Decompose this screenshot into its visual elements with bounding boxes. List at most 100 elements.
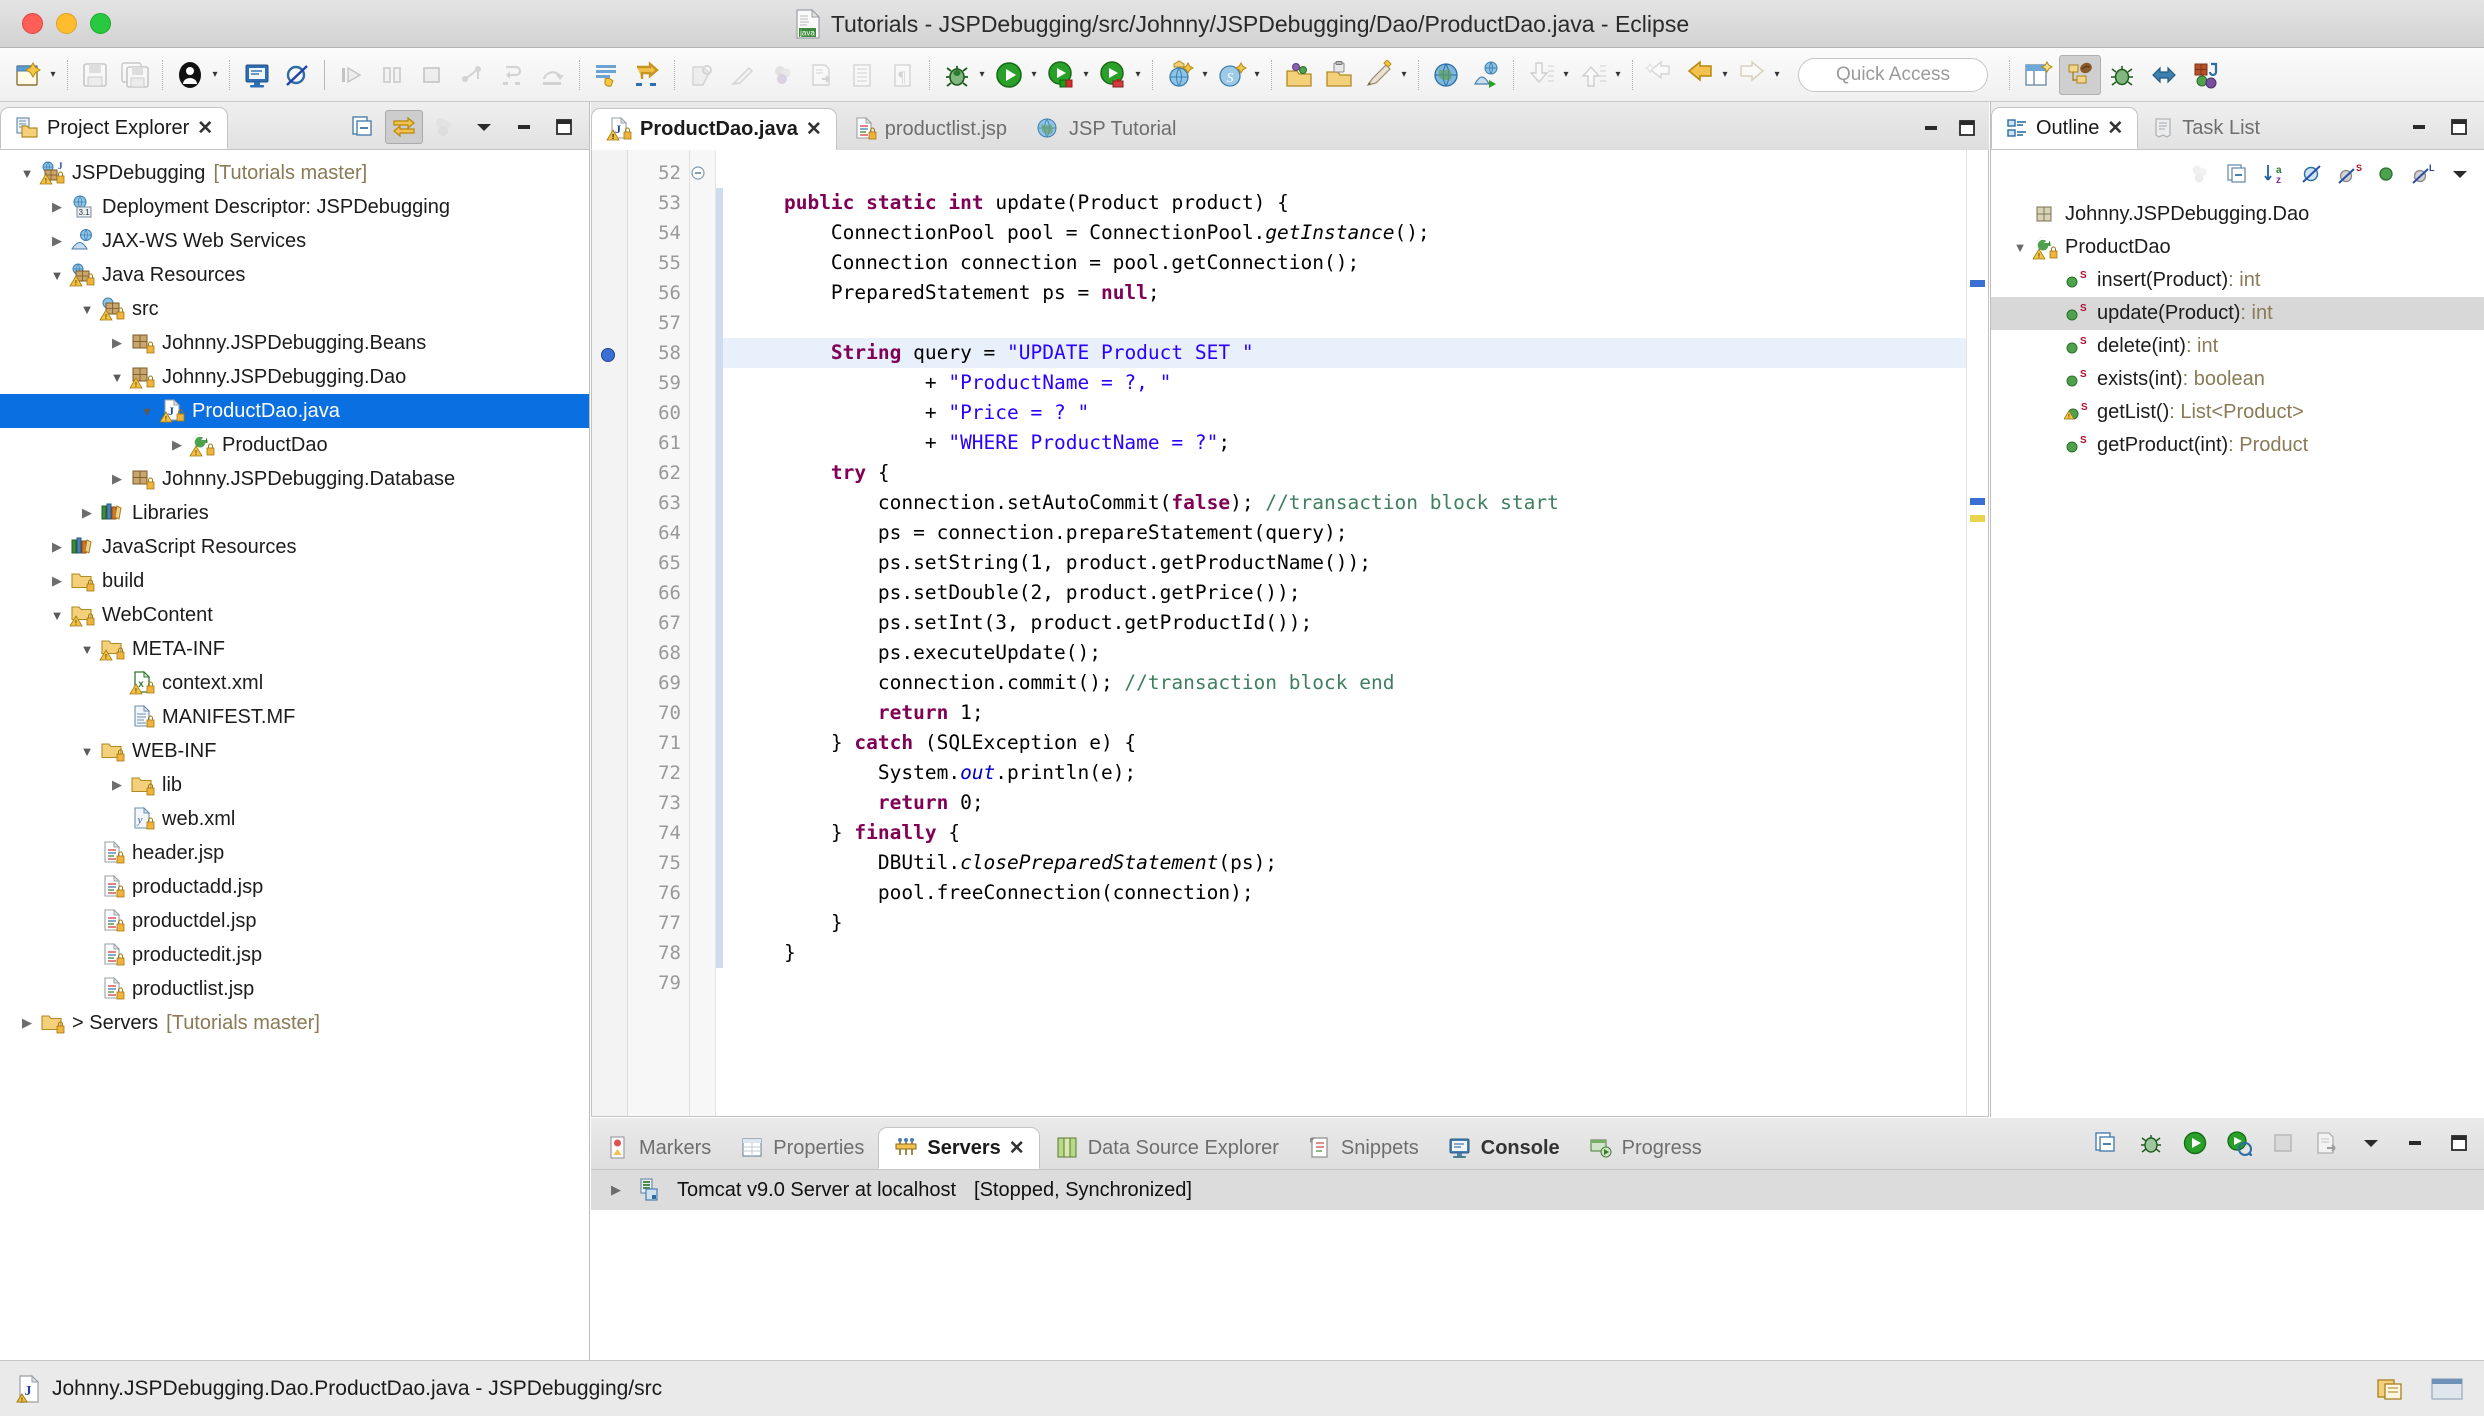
code-line[interactable]: ps.executeUpdate(); [723, 638, 1966, 668]
code-line[interactable]: System.out.println(e); [723, 758, 1966, 788]
user-profile-dropdown[interactable]: ▾ [208, 69, 222, 80]
chevron-right-icon[interactable]: ▶ [106, 335, 128, 351]
tree-item[interactable]: productedit.jsp [0, 938, 589, 972]
new-web-project-dropdown[interactable]: ▾ [1250, 69, 1264, 80]
chevron-right-icon[interactable]: ▶ [46, 199, 68, 215]
publish-server-button[interactable] [2310, 1126, 2344, 1160]
bottom-view-menu-button[interactable] [2354, 1126, 2388, 1160]
quick-access-input[interactable]: Quick Access [1798, 57, 1988, 92]
tree-item[interactable]: ▼! WebContent [0, 598, 589, 632]
bottom-tab-properties[interactable]: Properties [725, 1127, 878, 1169]
tree-item[interactable]: ▼! src [0, 292, 589, 326]
new-web-service-button[interactable] [1160, 55, 1200, 95]
bottom-tab-servers[interactable]: Servers ✕ [878, 1127, 1040, 1169]
tree-item[interactable]: ▼! META-INF [0, 632, 589, 666]
chevron-right-icon[interactable]: ▶ [605, 1182, 627, 1198]
bottom-tab-data-source-explorer[interactable]: Data Source Explorer [1040, 1127, 1293, 1169]
tree-item[interactable]: productdel.jsp [0, 904, 589, 938]
code-line[interactable]: PreparedStatement ps = null; [723, 278, 1966, 308]
overview-mark-info[interactable] [1970, 498, 1985, 505]
previous-annotation-button[interactable] [627, 55, 667, 95]
tree-item[interactable]: ▼ J! JSPDebugging [Tutorials master] [0, 156, 589, 190]
focus-active-task-button[interactable] [2185, 159, 2217, 189]
export-dropdown[interactable]: ▾ [1611, 69, 1625, 80]
code-line[interactable]: public static int update(Product product… [723, 188, 1966, 218]
perspective-web-button[interactable] [2143, 55, 2185, 95]
outline-view-menu-button[interactable] [2444, 159, 2476, 189]
code-line[interactable]: } finally { [723, 818, 1966, 848]
bottom-maximize-button[interactable] [2442, 1126, 2476, 1160]
zoom-window-button[interactable] [90, 13, 111, 34]
outline-item[interactable]: Sexists(int) : boolean [1991, 363, 2484, 396]
tree-item[interactable]: ▼ J! ProductDao.java [0, 394, 589, 428]
debug-dropdown[interactable]: ▾ [975, 69, 989, 80]
overview-ruler[interactable] [1966, 150, 1988, 1116]
view-menu-button[interactable] [465, 110, 503, 144]
source-editor[interactable]: 52 53 54 55 56 57 58 59 60 61 62 63 64 65 66 67 68 69 70 71… [591, 150, 1989, 1117]
server-row[interactable]: ▶ Tomcat v9.0 Server at localhost [Stopped… [591, 1170, 2484, 1210]
editor-tab-jsp-tutorial[interactable]: JSP Tutorial [1021, 108, 1190, 150]
chevron-right-icon[interactable]: ▶ [106, 777, 128, 793]
tree-item[interactable]: ▶ Johnny.JSPDebugging.Beans [0, 326, 589, 360]
outline-item[interactable]: ▼! ProductDao [1991, 231, 2484, 264]
code-line[interactable] [723, 158, 1966, 188]
bottom-tab-markers[interactable]: Markers [591, 1127, 725, 1169]
chevron-down-icon[interactable]: ▼ [76, 302, 98, 317]
code-line[interactable]: return 0; [723, 788, 1966, 818]
editor-tab-productlist-jsp[interactable]: productlist.jsp [837, 108, 1021, 150]
close-icon[interactable]: ✕ [2107, 117, 2123, 140]
tree-item[interactable]: x! context.xml [0, 666, 589, 700]
tree-item[interactable]: ▶! ProductDao [0, 428, 589, 462]
save-button[interactable] [75, 55, 115, 95]
stop-server-button[interactable] [2266, 1126, 2300, 1160]
chevron-right-icon[interactable]: ▶ [46, 233, 68, 249]
open-task-button[interactable] [1279, 55, 1319, 95]
tree-item[interactable]: productlist.jsp [0, 972, 589, 1006]
forward-dropdown[interactable]: ▾ [1770, 69, 1784, 80]
hide-static-button[interactable]: S [2333, 159, 2365, 189]
chevron-down-icon[interactable]: ▼ [106, 370, 128, 385]
code-line[interactable]: } [723, 908, 1966, 938]
smart-insert-icon[interactable] [2374, 1374, 2408, 1404]
code-text[interactable]: public static int update(Product product… [723, 150, 1966, 1116]
import-dropdown[interactable]: ▾ [1559, 69, 1573, 80]
tree-item[interactable]: ▼! Java Resources [0, 258, 589, 292]
new-task-button[interactable] [1319, 55, 1359, 95]
coverage-dropdown[interactable]: ▾ [1131, 69, 1145, 80]
close-window-button[interactable] [22, 13, 43, 34]
code-line[interactable]: ps.setInt(3, product.getProductId()); [723, 608, 1966, 638]
code-line[interactable]: return 1; [723, 698, 1966, 728]
chevron-right-icon[interactable]: ▶ [16, 1015, 38, 1031]
code-line[interactable]: ps = connection.prepareStatement(query); [723, 518, 1966, 548]
breakpoint-ruler[interactable] [592, 150, 628, 1116]
outline-minimize-button[interactable] [2400, 110, 2438, 144]
code-line[interactable]: try { [723, 458, 1966, 488]
overview-mark-task[interactable] [1970, 515, 1985, 522]
tree-item[interactable]: ▶ Johnny.JSPDebugging.Database [0, 462, 589, 496]
hide-non-public-button[interactable] [2370, 159, 2402, 189]
outline-item[interactable]: Sinsert(Product) : int [1991, 264, 2484, 297]
tree-item[interactable]: MANIFEST.MF [0, 700, 589, 734]
close-icon[interactable]: ✕ [197, 117, 213, 140]
chevron-down-icon[interactable]: ▼ [46, 268, 68, 283]
chevron-down-icon[interactable]: ▼ [16, 166, 38, 181]
link-with-editor-button[interactable] [385, 110, 423, 144]
tab-outline[interactable]: Outline ✕ [1991, 107, 2139, 149]
collapse-all-button[interactable] [2222, 159, 2254, 189]
hide-local-types-button[interactable]: L [2407, 159, 2439, 189]
outline-item[interactable]: Johnny.JSPDebugging.Dao [1991, 198, 2484, 231]
run-dropdown[interactable]: ▾ [1027, 69, 1041, 80]
chevron-down-icon[interactable]: ▼ [136, 404, 158, 419]
new-web-service-dropdown[interactable]: ▾ [1198, 69, 1212, 80]
outline-item[interactable]: Supdate(Product) : int [1991, 297, 2484, 330]
chevron-down-icon[interactable]: ▼ [2009, 240, 2031, 255]
code-line[interactable]: ps.setString(1, product.getProductName()… [723, 548, 1966, 578]
open-perspective-button[interactable] [2017, 55, 2059, 95]
run-button[interactable] [989, 55, 1029, 95]
overview-mark-warning[interactable] [1970, 280, 1985, 287]
code-line[interactable]: + "ProductName = ?, " [723, 368, 1966, 398]
tab-project-explorer[interactable]: Project Explorer ✕ [0, 107, 229, 149]
bottom-tab-snippets[interactable]: Snippets [1293, 1127, 1433, 1169]
code-line[interactable]: ConnectionPool pool = ConnectionPool.get… [723, 218, 1966, 248]
editor-tab-productdao-java[interactable]: J! ProductDao.java ✕ [591, 108, 837, 150]
